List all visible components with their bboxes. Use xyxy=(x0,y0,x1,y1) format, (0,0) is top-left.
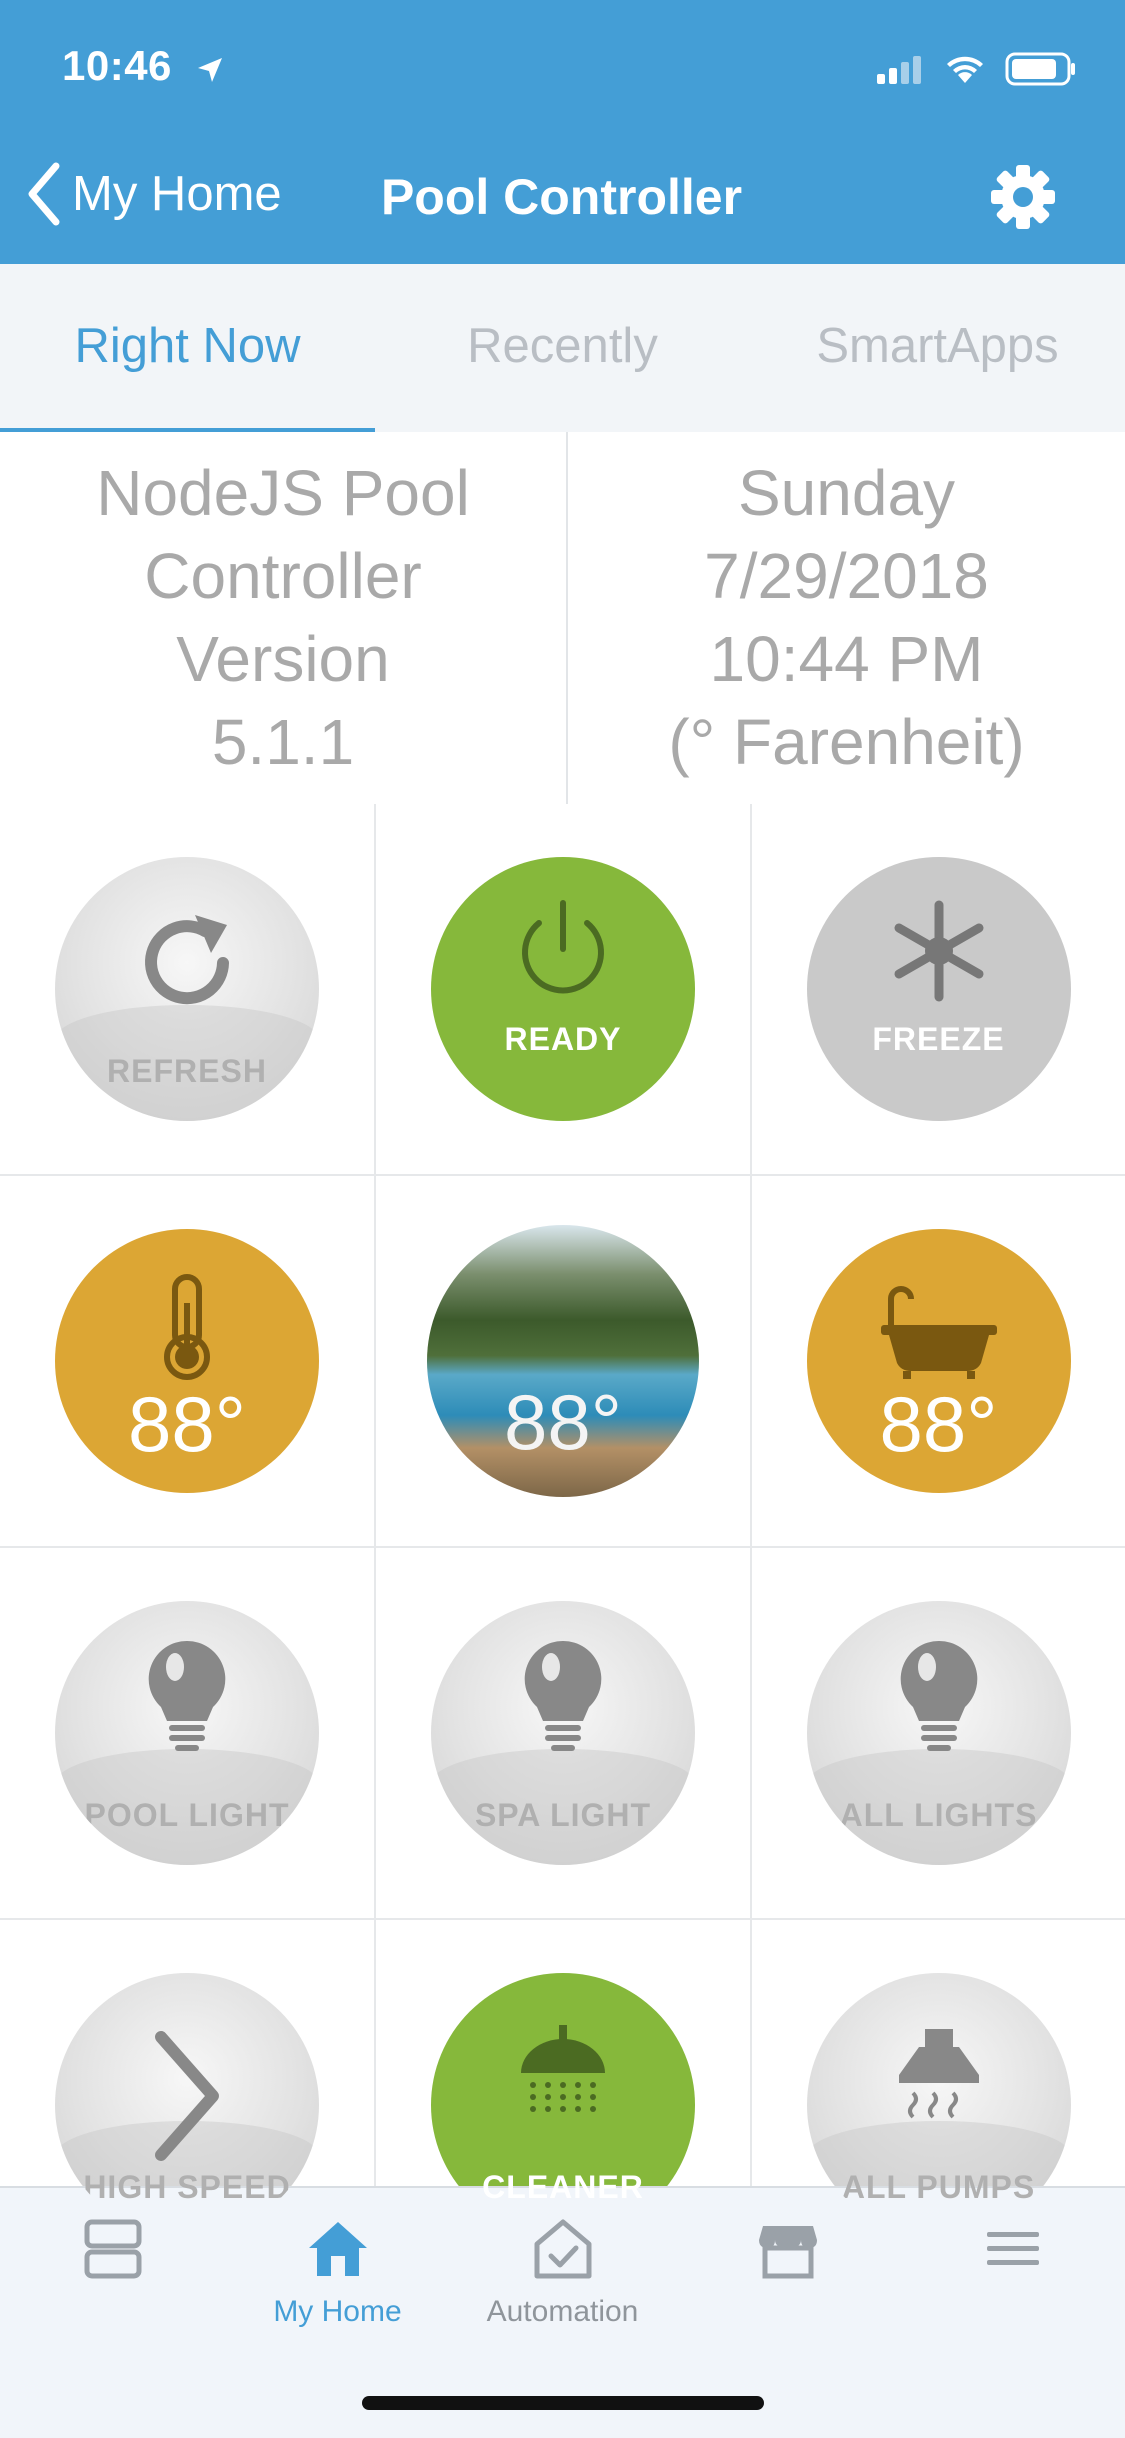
pool-temp-value: 88° xyxy=(504,1378,622,1466)
high-speed-label: HIGH SPEED xyxy=(83,2169,291,2205)
tab-bar: Right Now Recently SmartApps xyxy=(0,264,1125,434)
freeze-button[interactable]: FREEZE xyxy=(806,857,1071,1121)
freeze-label: FREEZE xyxy=(872,1021,1005,1057)
tile-freeze[interactable]: FREEZE xyxy=(752,804,1125,1176)
nav-dashboard[interactable] xyxy=(0,2218,225,2295)
spa-temp-button[interactable]: 88° xyxy=(806,1229,1071,1493)
chevron-right-icon xyxy=(155,2031,219,2161)
snowflake-icon xyxy=(894,900,983,1002)
bathtub-icon xyxy=(880,1286,997,1379)
battery-icon xyxy=(1005,52,1075,86)
lightbulb-icon xyxy=(900,1640,977,1751)
version-line: 5.1.1 xyxy=(211,706,355,778)
version-line: NodeJS Pool xyxy=(96,457,470,529)
vent-hood-icon xyxy=(898,2029,979,2119)
tile-spa-light[interactable]: SPA LIGHT xyxy=(376,1548,752,1920)
status-icons xyxy=(877,52,1077,86)
nav-automation-label: Automation xyxy=(486,2295,639,2328)
pool-light-button[interactable]: POOL LIGHT xyxy=(55,1601,319,1865)
tile-pool-temp[interactable]: 88° xyxy=(376,1176,752,1548)
nav-automation[interactable]: Automation xyxy=(450,2218,675,2329)
ready-label: READY xyxy=(504,1021,622,1057)
refresh-button[interactable]: REFRESH xyxy=(55,857,319,1121)
home-icon xyxy=(308,2222,367,2276)
wifi-icon xyxy=(947,56,983,83)
lightbulb-icon xyxy=(524,1640,602,1751)
gear-icon[interactable] xyxy=(990,164,1056,230)
refresh-label: REFRESH xyxy=(107,1053,267,1089)
date-info: Sunday 7/29/2018 10:44 PM (° Farenheit) xyxy=(568,432,1125,804)
dashboard-icon xyxy=(84,2219,141,2279)
top-bar: 10:46 My Home Pool Controller xyxy=(0,0,1125,264)
cleaner-label: CLEANER xyxy=(482,2169,644,2205)
shower-icon xyxy=(521,2025,605,2112)
power-icon xyxy=(522,900,604,994)
nav-my-home-label: My Home xyxy=(273,2295,402,2328)
location-arrow-icon xyxy=(198,58,222,82)
tile-ready[interactable]: READY xyxy=(376,804,752,1176)
tab-right-now[interactable]: Right Now xyxy=(0,318,375,374)
ready-button[interactable]: READY xyxy=(431,857,695,1121)
lightbulb-icon xyxy=(148,1640,226,1751)
signal-icon xyxy=(877,56,921,84)
spa-temp-value: 88° xyxy=(879,1380,998,1468)
page-title: Pool Controller xyxy=(380,169,743,225)
tile-refresh[interactable]: REFRESH xyxy=(0,804,376,1176)
cleaner-button[interactable]: CLEANER xyxy=(431,1973,695,2237)
nav-menu[interactable] xyxy=(900,2218,1125,2295)
spa-light-button[interactable]: SPA LIGHT xyxy=(431,1601,695,1865)
high-speed-button[interactable]: HIGH SPEED xyxy=(55,1973,319,2237)
info-row: NodeJS Pool Controller Version 5.1.1 Sun… xyxy=(0,432,1125,806)
pool-light-label: POOL LIGHT xyxy=(84,1797,290,1833)
air-temp-button[interactable]: 88° xyxy=(55,1229,319,1493)
marketplace-icon xyxy=(758,2226,817,2279)
home-indicator[interactable] xyxy=(362,2396,764,2410)
thermometer-icon xyxy=(164,1274,210,1380)
tile-spa-temp[interactable]: 88° xyxy=(752,1176,1125,1548)
status-time: 10:46 xyxy=(62,42,172,89)
refresh-icon xyxy=(145,915,229,1005)
all-pumps-button[interactable]: ALL PUMPS xyxy=(806,1973,1071,2237)
tab-recently[interactable]: Recently xyxy=(375,318,750,374)
nav-marketplace[interactable] xyxy=(675,2218,900,2295)
tile-pool-light[interactable]: POOL LIGHT xyxy=(0,1548,376,1920)
nav-my-home[interactable]: My Home xyxy=(225,2218,450,2329)
version-line: Controller xyxy=(144,540,422,612)
all-lights-button[interactable]: ALL LIGHTS xyxy=(806,1601,1071,1865)
all-pumps-label: ALL PUMPS xyxy=(841,2169,1036,2205)
all-lights-label: ALL LIGHTS xyxy=(839,1797,1038,1833)
pool-photo-button[interactable]: 88° xyxy=(427,1225,699,1497)
date-line: (° Farenheit) xyxy=(668,706,1025,778)
air-temp-value: 88° xyxy=(128,1380,246,1468)
date-line: 10:44 PM xyxy=(709,623,984,695)
date-line: 7/29/2018 xyxy=(704,540,989,612)
automation-icon xyxy=(534,2219,591,2279)
version-line: Version xyxy=(176,623,390,695)
tile-air-temp[interactable]: 88° xyxy=(0,1176,376,1548)
tile-all-lights[interactable]: ALL LIGHTS xyxy=(752,1548,1125,1920)
version-info: NodeJS Pool Controller Version 5.1.1 xyxy=(0,432,568,804)
tab-smartapps[interactable]: SmartApps xyxy=(750,318,1125,374)
date-line: Sunday xyxy=(737,457,956,529)
spa-light-label: SPA LIGHT xyxy=(474,1797,652,1833)
menu-icon xyxy=(986,2232,1039,2265)
